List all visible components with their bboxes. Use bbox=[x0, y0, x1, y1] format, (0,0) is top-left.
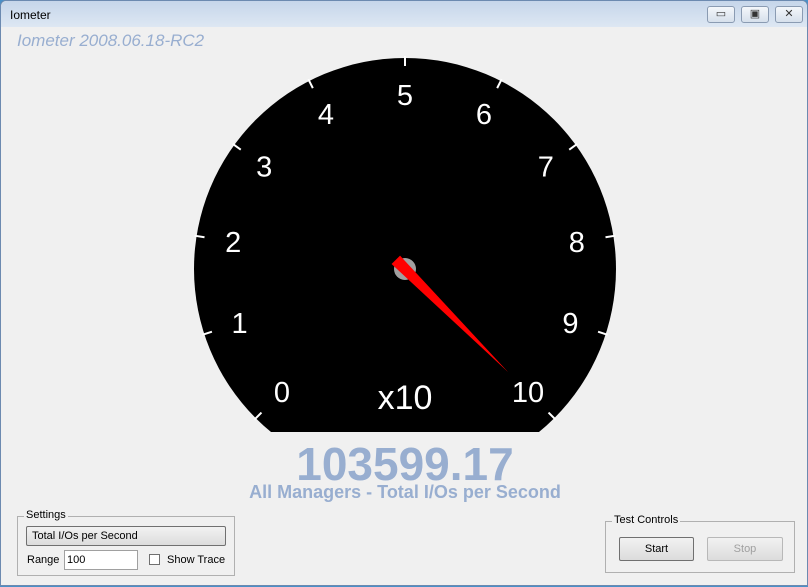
test-controls-legend: Test Controls bbox=[612, 514, 681, 526]
range-input[interactable] bbox=[64, 550, 138, 570]
settings-group: Settings Total I/Os per Second Range Sho… bbox=[17, 509, 235, 576]
gauge-label: 4 bbox=[318, 99, 334, 131]
gauge-label: 5 bbox=[397, 80, 413, 112]
show-trace-checkbox[interactable] bbox=[149, 554, 160, 565]
start-button[interactable]: Start bbox=[619, 537, 694, 561]
gauge-label: 6 bbox=[476, 99, 492, 131]
gauge-label: 7 bbox=[538, 152, 554, 184]
reading-caption: All Managers - Total I/Os per Second bbox=[249, 482, 561, 502]
gauge-label: 1 bbox=[231, 308, 247, 340]
show-trace-label: Show Trace bbox=[167, 554, 226, 566]
iometer-window: Iometer ▭ ▣ ✕ Iometer 2008.06.18-RC2 012… bbox=[0, 0, 808, 586]
range-label: Range bbox=[27, 554, 60, 566]
gauge-label: 10 bbox=[512, 377, 544, 409]
stop-button[interactable]: Stop bbox=[707, 537, 783, 561]
gauge-label: 9 bbox=[562, 308, 578, 340]
gauge-label: 8 bbox=[569, 227, 585, 259]
gauge-label: 0 bbox=[274, 377, 290, 409]
gauge-multiplier: x10 bbox=[378, 379, 433, 417]
gauge-label: 3 bbox=[256, 152, 272, 184]
gauge-label: 2 bbox=[225, 227, 241, 259]
test-controls-group: Test Controls Start Stop bbox=[605, 514, 795, 573]
metric-select-button[interactable]: Total I/Os per Second bbox=[26, 526, 226, 546]
settings-legend: Settings bbox=[24, 509, 68, 521]
